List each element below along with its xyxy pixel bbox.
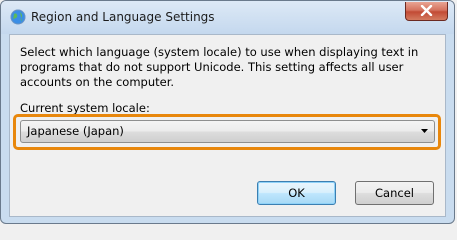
cancel-button[interactable]: Cancel <box>355 181 434 205</box>
locale-label: Current system locale: <box>20 101 150 115</box>
description-text: Select which language (system locale) to… <box>20 45 419 89</box>
window-title: Region and Language Settings <box>31 10 215 24</box>
globe-icon <box>10 9 26 25</box>
system-locale-dropdown[interactable]: Japanese (Japan) <box>20 120 435 143</box>
ok-button[interactable]: OK <box>257 181 336 205</box>
chevron-down-icon <box>421 129 428 133</box>
close-button[interactable] <box>405 2 448 21</box>
close-icon <box>420 5 433 16</box>
title-bar[interactable]: Region and Language Settings <box>1 1 454 34</box>
dialog-body: Select which language (system locale) to… <box>9 34 446 217</box>
dialog-window: Region and Language Settings Select whic… <box>0 0 455 224</box>
selected-locale: Japanese (Japan) <box>27 124 124 138</box>
